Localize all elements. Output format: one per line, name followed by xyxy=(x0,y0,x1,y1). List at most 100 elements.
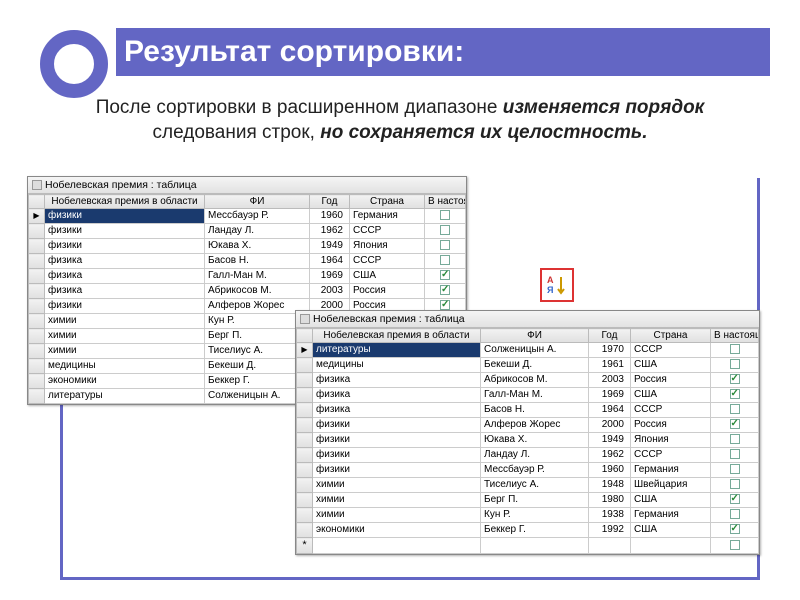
cell-current[interactable] xyxy=(711,463,759,478)
checkbox-icon[interactable] xyxy=(730,374,740,384)
table-row[interactable]: литературыСолженицын А.1970СССР xyxy=(297,343,759,358)
row-selector[interactable] xyxy=(297,523,313,538)
cell-current[interactable] xyxy=(711,433,759,448)
cell-field[interactable]: физики xyxy=(45,239,205,254)
cell-field[interactable]: физики xyxy=(313,463,481,478)
checkbox-icon[interactable] xyxy=(440,210,450,220)
checkbox-icon[interactable] xyxy=(730,344,740,354)
cell-year[interactable]: 1980 xyxy=(589,493,631,508)
row-selector[interactable] xyxy=(297,433,313,448)
cell-year[interactable]: 1948 xyxy=(589,478,631,493)
cell-field[interactable]: физика xyxy=(45,284,205,299)
cell-current[interactable] xyxy=(711,403,759,418)
cell-country[interactable]: СССР xyxy=(631,343,711,358)
cell-field[interactable]: физики xyxy=(313,448,481,463)
empty-cell[interactable] xyxy=(481,538,589,554)
cell-current[interactable] xyxy=(711,508,759,523)
cell-year[interactable]: 1964 xyxy=(310,254,350,269)
cell-field[interactable]: физика xyxy=(313,388,481,403)
cell-country[interactable]: США xyxy=(350,269,425,284)
cell-name[interactable]: Мессбауэр Р. xyxy=(481,463,589,478)
cell-field[interactable]: литературы xyxy=(45,389,205,404)
cell-current[interactable] xyxy=(711,448,759,463)
checkbox-icon[interactable] xyxy=(730,494,740,504)
sort-asc-icon[interactable]: А Я xyxy=(540,268,574,302)
cell-name[interactable]: Алферов Жорес xyxy=(481,418,589,433)
col-header-year[interactable]: Год xyxy=(589,329,631,343)
cell-year[interactable]: 1992 xyxy=(589,523,631,538)
empty-cell[interactable] xyxy=(631,538,711,554)
cell-field[interactable]: химии xyxy=(313,478,481,493)
cell-name[interactable]: Солженицын А. xyxy=(481,343,589,358)
cell-field[interactable]: медицины xyxy=(45,359,205,374)
table-row[interactable]: физикаАбрикосов М.2003Россия xyxy=(29,284,466,299)
cell-field[interactable]: физики xyxy=(45,209,205,224)
cell-name[interactable]: Беккер Г. xyxy=(205,374,310,389)
cell-name[interactable]: Алферов Жорес xyxy=(205,299,310,314)
cell-field[interactable]: химии xyxy=(313,493,481,508)
cell-name[interactable]: Галл-Ман М. xyxy=(481,388,589,403)
row-selector[interactable] xyxy=(29,299,45,314)
row-selector[interactable] xyxy=(29,209,45,224)
cell-field[interactable]: физики xyxy=(45,299,205,314)
cell-name[interactable]: Берг П. xyxy=(205,329,310,344)
cell-country[interactable]: США xyxy=(631,523,711,538)
cell-year[interactable]: 2000 xyxy=(589,418,631,433)
checkbox-icon[interactable] xyxy=(730,449,740,459)
cell-country[interactable]: СССР xyxy=(350,254,425,269)
cell-current[interactable] xyxy=(711,493,759,508)
table-row[interactable]: химииКун Р.1938Германия xyxy=(297,508,759,523)
cell-name[interactable]: Галл-Ман М. xyxy=(205,269,310,284)
checkbox-icon[interactable] xyxy=(730,540,740,550)
col-header-name[interactable]: ФИ xyxy=(205,195,310,209)
row-selector[interactable] xyxy=(297,448,313,463)
row-selector[interactable] xyxy=(29,344,45,359)
cell-country[interactable]: Япония xyxy=(631,433,711,448)
row-selector[interactable] xyxy=(297,493,313,508)
cell-name[interactable]: Абрикосов М. xyxy=(481,373,589,388)
checkbox-icon[interactable] xyxy=(730,509,740,519)
col-header-country[interactable]: Страна xyxy=(631,329,711,343)
empty-cell[interactable] xyxy=(589,538,631,554)
cell-field[interactable]: физика xyxy=(313,373,481,388)
row-selector[interactable] xyxy=(29,314,45,329)
cell-current[interactable] xyxy=(711,388,759,403)
new-record-row[interactable] xyxy=(297,538,759,554)
cell-year[interactable]: 1949 xyxy=(310,239,350,254)
cell-year[interactable]: 1970 xyxy=(589,343,631,358)
cell-field[interactable]: физика xyxy=(45,269,205,284)
cell-name[interactable]: Берг П. xyxy=(481,493,589,508)
table-row[interactable]: медициныБекеши Д.1961США xyxy=(297,358,759,373)
cell-name[interactable]: Басов Н. xyxy=(205,254,310,269)
row-selector[interactable] xyxy=(297,358,313,373)
checkbox-icon[interactable] xyxy=(440,240,450,250)
cell-country[interactable]: Германия xyxy=(631,508,711,523)
cell-name[interactable]: Юкава Х. xyxy=(205,239,310,254)
table-row[interactable]: физикиЛандау Л.1962СССР xyxy=(29,224,466,239)
table-row[interactable]: физикиАлферов Жорес2000Россия xyxy=(297,418,759,433)
table-row[interactable]: химииБерг П.1980США xyxy=(297,493,759,508)
cell-current[interactable] xyxy=(425,209,466,224)
cell-country[interactable]: Германия xyxy=(350,209,425,224)
cell-current[interactable] xyxy=(425,284,466,299)
cell-year[interactable]: 1964 xyxy=(589,403,631,418)
cell-name[interactable]: Кун Р. xyxy=(481,508,589,523)
col-header-country[interactable]: Страна xyxy=(350,195,425,209)
empty-cell[interactable] xyxy=(313,538,481,554)
cell-name[interactable]: Тиселиус А. xyxy=(205,344,310,359)
table-row[interactable]: физикиМессбауэр Р.1960Германия xyxy=(297,463,759,478)
cell-name[interactable]: Бекеши Д. xyxy=(481,358,589,373)
cell-country[interactable]: Швейцария xyxy=(631,478,711,493)
cell-field[interactable]: химии xyxy=(45,344,205,359)
table-row[interactable]: физикиЛандау Л.1962СССР xyxy=(297,448,759,463)
cell-field[interactable]: физики xyxy=(313,433,481,448)
table-row[interactable]: экономикиБеккер Г.1992США xyxy=(297,523,759,538)
cell-country[interactable]: Россия xyxy=(350,284,425,299)
cell-field[interactable]: экономики xyxy=(45,374,205,389)
checkbox-icon[interactable] xyxy=(730,389,740,399)
cell-current[interactable] xyxy=(711,478,759,493)
col-header-year[interactable]: Год xyxy=(310,195,350,209)
checkbox-icon[interactable] xyxy=(730,419,740,429)
table-row[interactable]: физикиМессбауэр Р.1960Германия xyxy=(29,209,466,224)
checkbox-icon[interactable] xyxy=(730,404,740,414)
